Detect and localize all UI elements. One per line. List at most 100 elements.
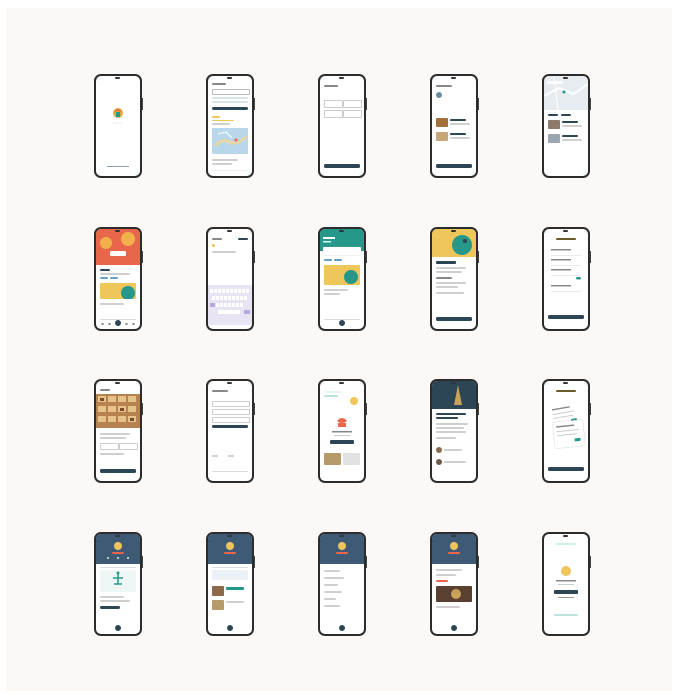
phone-success-card [318, 379, 367, 483]
screen-festival-home [96, 229, 140, 329]
featured-card[interactable] [100, 283, 136, 300]
result-image [548, 120, 560, 129]
saved-image[interactable] [212, 600, 224, 610]
filter-option[interactable] [343, 100, 362, 108]
phone-gallery-detail [94, 379, 143, 483]
phone-profile-badge [94, 532, 143, 636]
screen-ticket-form [544, 229, 588, 329]
text-field[interactable] [212, 417, 250, 423]
filter-option[interactable] [324, 110, 343, 118]
profile-header [96, 534, 140, 564]
list-item-image [436, 118, 448, 127]
info-card[interactable] [212, 570, 248, 580]
phone-place-detail [430, 227, 479, 331]
filter-option[interactable] [324, 100, 343, 108]
phone-festival-home [94, 227, 143, 331]
send-button[interactable] [238, 238, 248, 240]
apply-button[interactable] [324, 164, 360, 168]
phone-story-article [430, 379, 479, 483]
segment-control[interactable] [212, 89, 250, 95]
profile-header [432, 534, 476, 564]
saved-image[interactable] [212, 586, 224, 596]
phone-profile-popup [542, 532, 591, 636]
screen-keyboard-search [208, 229, 252, 329]
form-card [548, 245, 584, 307]
phone-profile-activity [430, 532, 479, 636]
submit-button[interactable] [548, 467, 584, 471]
phone-featured-home [318, 227, 367, 331]
review-card[interactable] [552, 419, 586, 449]
profile-header [320, 534, 364, 564]
action-button[interactable] [100, 606, 120, 609]
screen-place-detail [432, 229, 476, 329]
continue-button[interactable] [436, 164, 472, 168]
phone-filter-options [318, 74, 367, 178]
tab-bar-home-button[interactable] [339, 320, 345, 326]
hero-image [432, 229, 476, 257]
phone-map-results [542, 74, 591, 178]
screen-story-article [432, 381, 476, 481]
keyboard[interactable] [208, 285, 252, 325]
next-button[interactable] [212, 425, 248, 428]
thumbnail-image[interactable] [343, 453, 360, 465]
app-name: Echoes [113, 121, 124, 125]
screen-splash: Echoes [96, 76, 140, 176]
phone-review-cards [542, 379, 591, 483]
app-logo-icon [112, 106, 124, 119]
screen-success-card [320, 381, 364, 481]
phone-map-explore [206, 74, 255, 178]
phone-splash: Echoes [94, 74, 143, 178]
badge-card[interactable] [100, 570, 136, 592]
phone-form-entry [206, 379, 255, 483]
phone-profile-settings [318, 532, 367, 636]
screen-map-results [544, 76, 588, 176]
activity-image[interactable] [436, 586, 472, 602]
result-image [548, 134, 560, 143]
profile-header [208, 534, 252, 564]
screen-place-list [432, 76, 476, 176]
option-button[interactable] [100, 443, 119, 450]
screen-gallery-detail [96, 381, 140, 481]
tab-bar-home-button[interactable] [451, 625, 457, 631]
header-title [212, 83, 226, 85]
screen-form-entry [208, 381, 252, 481]
list-item-image [436, 132, 448, 141]
screen-profile-popup [544, 534, 588, 634]
screen-map-explore [208, 76, 252, 176]
screen-profile-badge [96, 534, 140, 634]
book-button[interactable] [436, 317, 472, 321]
tab-bar-home-button[interactable] [339, 625, 345, 631]
tab-bar-home-button[interactable] [115, 625, 121, 631]
screen-review-cards [544, 381, 588, 481]
popup-card [548, 562, 584, 604]
search-button[interactable] [212, 107, 248, 110]
login-link[interactable] [107, 166, 129, 167]
avatar [436, 92, 442, 98]
avatar [436, 447, 442, 453]
map-view[interactable] [212, 128, 248, 154]
camera-notch [115, 77, 120, 79]
tab-bar-home-button[interactable] [115, 320, 121, 326]
gallery-image[interactable] [96, 394, 140, 428]
avatar [436, 459, 442, 465]
hero-image [432, 381, 476, 409]
text-field[interactable] [212, 401, 250, 407]
submit-button[interactable] [548, 315, 584, 319]
thumbnail-image[interactable] [324, 453, 341, 465]
get-started-button[interactable] [104, 160, 132, 163]
search-card[interactable] [323, 247, 361, 255]
option-button[interactable] [119, 443, 138, 450]
tab-bar-home-button[interactable] [227, 625, 233, 631]
screen-profile-activity [432, 534, 476, 634]
phone-profile-saved [206, 532, 255, 636]
badge-icon [350, 397, 358, 405]
phone-ticket-form [542, 227, 591, 331]
hero-banner [96, 229, 140, 265]
featured-card[interactable] [324, 265, 360, 285]
mockup-board: Echoes [6, 8, 672, 691]
continue-button[interactable] [100, 469, 136, 473]
text-field[interactable] [212, 409, 250, 415]
filter-option[interactable] [343, 110, 362, 118]
success-card [324, 413, 360, 447]
phone-place-list [430, 74, 479, 178]
